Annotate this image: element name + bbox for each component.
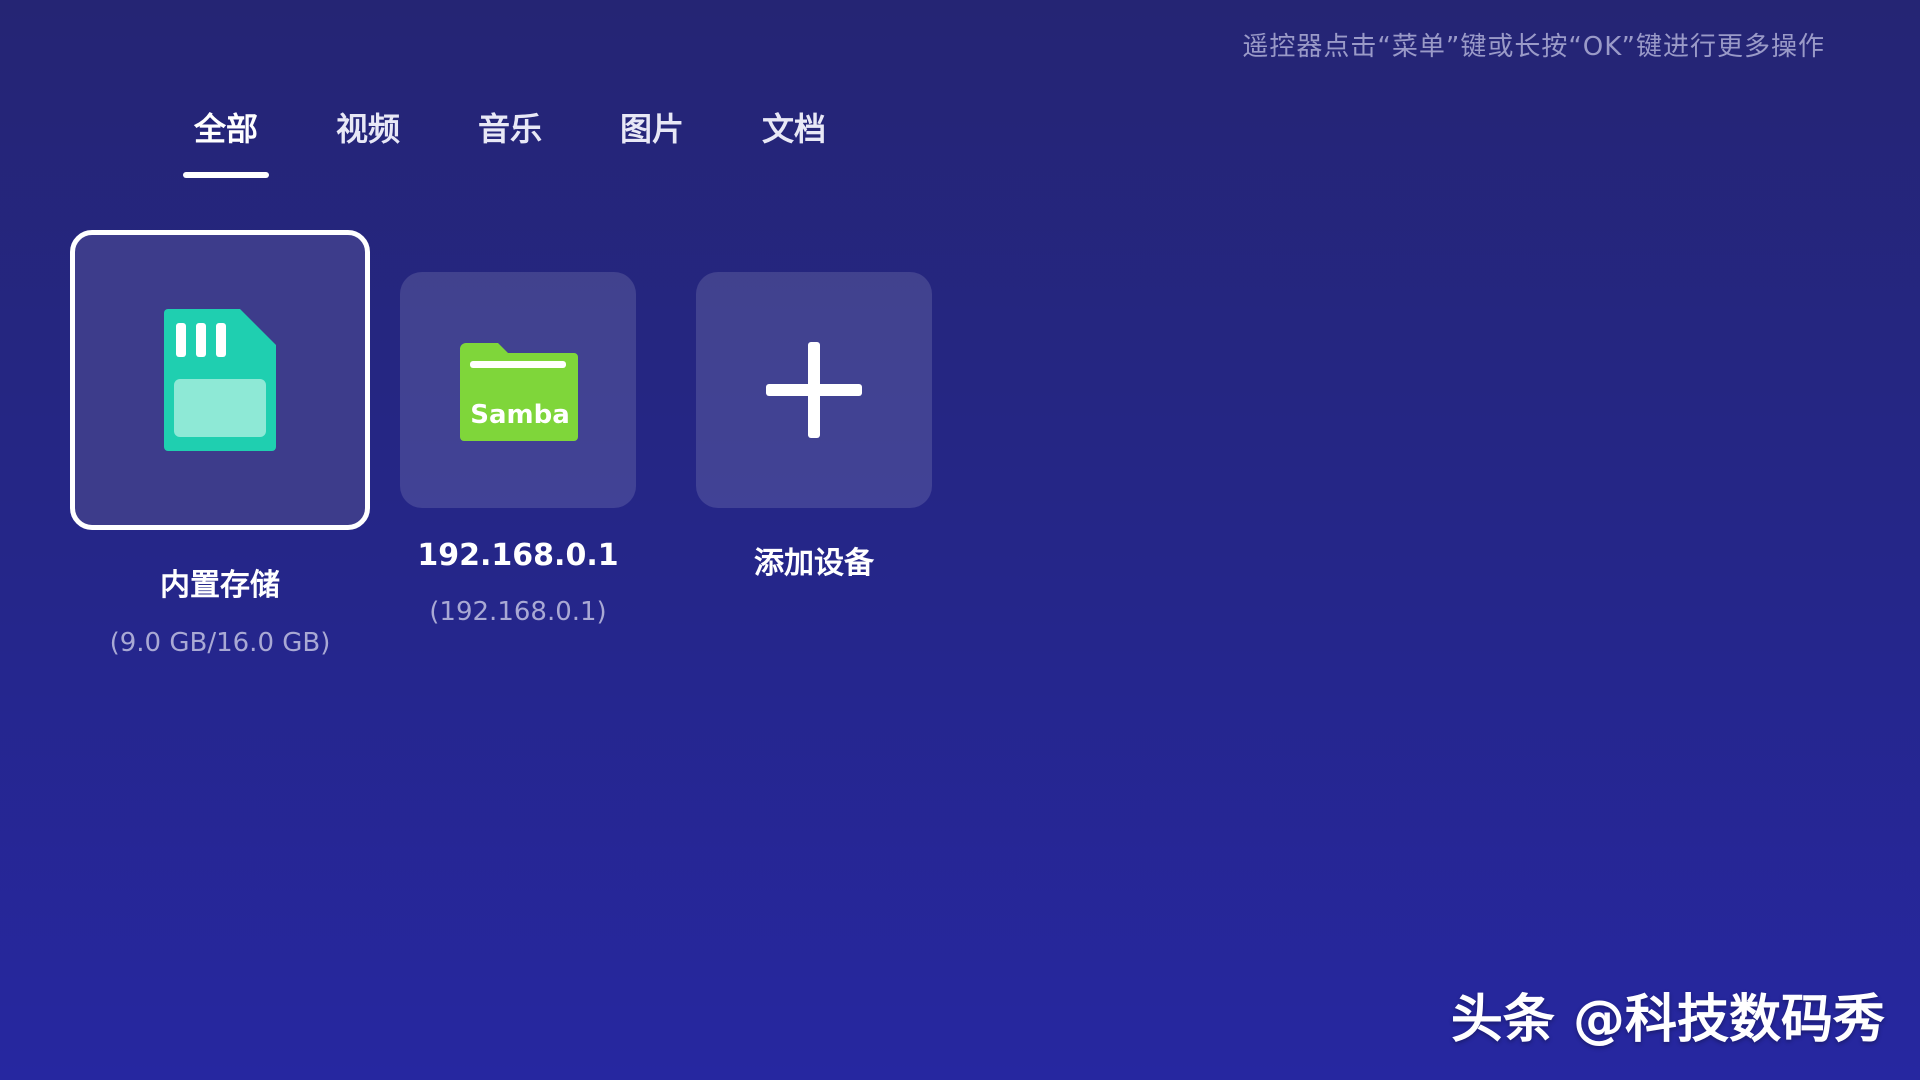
device-subtitle: (9.0 GB/16.0 GB) — [109, 628, 331, 658]
device-card-internal-storage[interactable]: 内置存储 (9.0 GB/16.0 GB) — [70, 230, 370, 658]
device-title: 内置存储 — [160, 568, 280, 603]
tab-video[interactable]: 视频 — [297, 104, 439, 150]
device-card-samba[interactable]: Samba 192.168.0.1 (192.168.0.1) — [400, 272, 636, 627]
device-title: 添加设备 — [754, 546, 874, 581]
tab-all[interactable]: 全部 — [155, 104, 297, 150]
watermark: 头条 @科技数码秀 — [1450, 990, 1885, 1050]
device-card-add[interactable]: 添加设备 — [696, 272, 932, 582]
tab-documents[interactable]: 文档 — [723, 104, 865, 150]
category-tabs: 全部 视频 音乐 图片 文档 — [155, 104, 865, 150]
hint-text: 遥控器点击“菜单”键或长按“OK”键进行更多操作 — [1242, 32, 1825, 62]
sd-card-icon — [164, 309, 276, 451]
tab-pictures[interactable]: 图片 — [581, 104, 723, 150]
device-tile — [70, 230, 370, 530]
device-title: 192.168.0.1 — [417, 538, 619, 573]
device-tile — [696, 272, 932, 508]
device-tile: Samba — [400, 272, 636, 508]
plus-icon — [766, 342, 862, 438]
tab-music[interactable]: 音乐 — [439, 104, 581, 150]
samba-label: Samba — [470, 400, 570, 430]
device-subtitle: (192.168.0.1) — [429, 597, 607, 627]
samba-folder-icon: Samba — [460, 343, 578, 441]
